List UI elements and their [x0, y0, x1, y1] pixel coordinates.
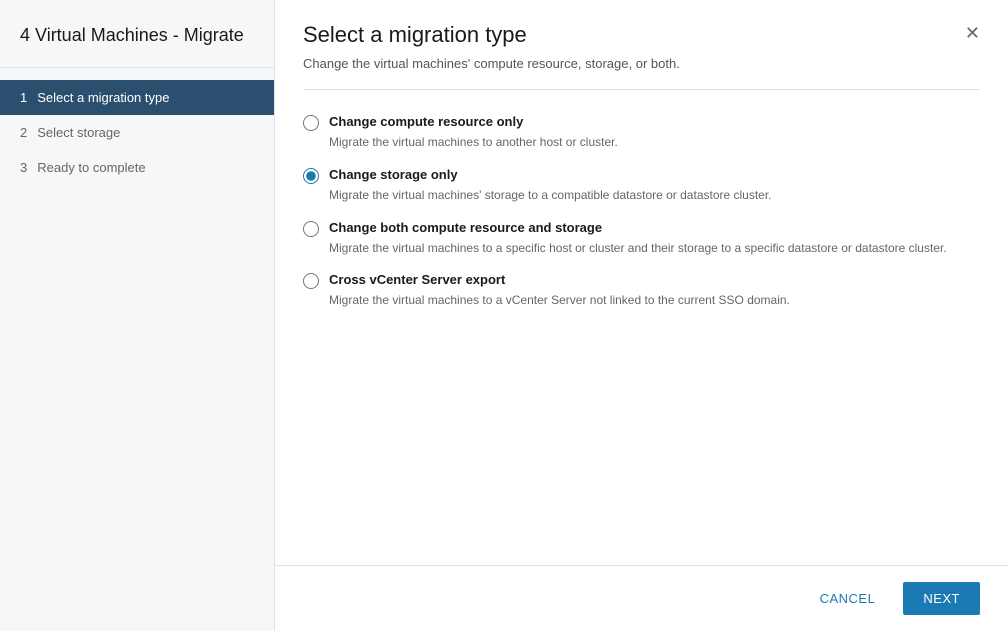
option-item-1: Change storage only Migrate the virtual m… — [303, 167, 980, 204]
option-description-3: Migrate the virtual machines to a vCente… — [329, 292, 980, 309]
option-item-3: Cross vCenter Server export Migrate the v… — [303, 272, 980, 309]
option-description-2: Migrate the virtual machines to a specif… — [329, 240, 980, 257]
content-header: Select a migration type Change the virtu… — [275, 0, 1008, 89]
dialog-title: 4 Virtual Machines - Migrate — [20, 24, 254, 47]
step-label: Ready to complete — [37, 160, 145, 175]
radio-opt-both[interactable] — [303, 221, 319, 237]
option-description-1: Migrate the virtual machines' storage to… — [329, 187, 980, 204]
step-label: Select storage — [37, 125, 120, 140]
migration-options: Change compute resource only Migrate the … — [303, 114, 980, 309]
radio-opt-storage[interactable] — [303, 168, 319, 184]
sidebar-step-2[interactable]: 2 Select storage — [0, 115, 274, 150]
option-item-2: Change both compute resource and storage… — [303, 220, 980, 257]
radio-opt-vcenter[interactable] — [303, 273, 319, 289]
close-button[interactable]: ✕ — [957, 20, 988, 46]
option-description-0: Migrate the virtual machines to another … — [329, 134, 980, 151]
option-label-2[interactable]: Change both compute resource and storage — [329, 220, 602, 235]
step-label: Select a migration type — [37, 90, 169, 105]
option-row-1: Change storage only — [303, 167, 980, 184]
sidebar-step-1[interactable]: 1 Select a migration type — [0, 80, 274, 115]
option-label-0[interactable]: Change compute resource only — [329, 114, 523, 129]
migrate-dialog: 4 Virtual Machines - Migrate 1 Select a … — [0, 0, 1008, 631]
dialog-footer: CANCEL NEXT — [275, 565, 1008, 631]
radio-opt-compute[interactable] — [303, 115, 319, 131]
step-number: 3 — [20, 160, 27, 175]
option-label-3[interactable]: Cross vCenter Server export — [329, 272, 505, 287]
sidebar-title-area: 4 Virtual Machines - Migrate — [0, 0, 274, 68]
main-content: Select a migration type Change the virtu… — [275, 0, 1008, 631]
option-label-1[interactable]: Change storage only — [329, 167, 458, 182]
sidebar-steps: 1 Select a migration type 2 Select stora… — [0, 68, 274, 197]
step-number: 2 — [20, 125, 27, 140]
step-number: 1 — [20, 90, 27, 105]
divider — [303, 89, 980, 90]
next-button[interactable]: NEXT — [903, 582, 980, 615]
sidebar: 4 Virtual Machines - Migrate 1 Select a … — [0, 0, 275, 631]
page-title: Select a migration type — [303, 22, 980, 48]
cancel-button[interactable]: CANCEL — [804, 583, 892, 614]
option-row-3: Cross vCenter Server export — [303, 272, 980, 289]
content-body: Change compute resource only Migrate the … — [275, 106, 1008, 565]
option-item-0: Change compute resource only Migrate the … — [303, 114, 980, 151]
sidebar-step-3[interactable]: 3 Ready to complete — [0, 150, 274, 185]
option-row-0: Change compute resource only — [303, 114, 980, 131]
page-subtitle: Change the virtual machines' compute res… — [303, 56, 980, 71]
option-row-2: Change both compute resource and storage — [303, 220, 980, 237]
